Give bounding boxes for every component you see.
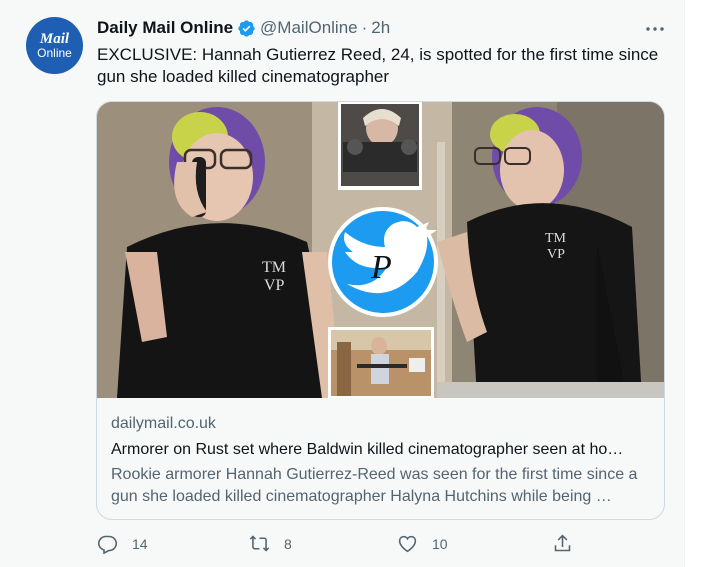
card-description[interactable]: Rookie armorer Hannah Gutierrez-Reed was… [111, 464, 656, 508]
retweet-button[interactable]: 8 [249, 533, 292, 554]
link-card[interactable]: TM VP TM VP P dailymail.co.uk Armorer on… [96, 101, 665, 520]
tweet[interactable]: Mail Online Daily Mail Online @MailOnlin… [0, 0, 685, 567]
reply-icon [97, 535, 118, 554]
shirt-text-left-2: VP [264, 277, 285, 294]
tweet-text: EXCLUSIVE: Hannah Gutierrez Reed, 24, is… [97, 45, 659, 86]
tweet-header: Daily Mail Online @MailOnline · 2h [97, 18, 390, 38]
share-button[interactable] [552, 533, 573, 554]
badge-letter: P [370, 249, 392, 286]
avatar-logo-line1: Mail [39, 30, 70, 47]
shirt-text-right-1: TM [545, 231, 567, 246]
twitter-badge-icon: P [328, 207, 438, 317]
share-icon [554, 534, 571, 552]
separator-dot: · [361, 18, 368, 37]
handle[interactable]: @MailOnline [260, 18, 358, 38]
like-heart-icon [398, 535, 417, 553]
more-options-icon[interactable] [644, 18, 666, 40]
shirt-text-right-2: VP [547, 247, 565, 262]
card-title[interactable]: Armorer on Rust set where Baldwin killed… [111, 441, 651, 459]
like-count: 10 [432, 535, 448, 552]
inset-photo-bottom [328, 327, 434, 398]
card-image[interactable]: TM VP TM VP P [97, 102, 664, 398]
avatar-logo-line2: Online [37, 45, 72, 60]
reply-count: 14 [132, 535, 148, 552]
card-domain[interactable]: dailymail.co.uk [111, 415, 216, 433]
reply-button[interactable]: 14 [97, 533, 148, 554]
avatar[interactable]: Mail Online [26, 17, 83, 74]
verified-badge-icon [237, 19, 256, 38]
retweet-icon [249, 535, 270, 552]
retweet-count: 8 [284, 535, 292, 552]
timestamp[interactable]: 2h [371, 18, 390, 38]
like-button[interactable]: 10 [397, 533, 448, 554]
display-name[interactable]: Daily Mail Online [97, 18, 233, 38]
tweet-actions: 14 8 10 [0, 533, 685, 559]
inset-photo-top [338, 102, 422, 190]
shirt-text-left-1: TM [262, 259, 286, 276]
